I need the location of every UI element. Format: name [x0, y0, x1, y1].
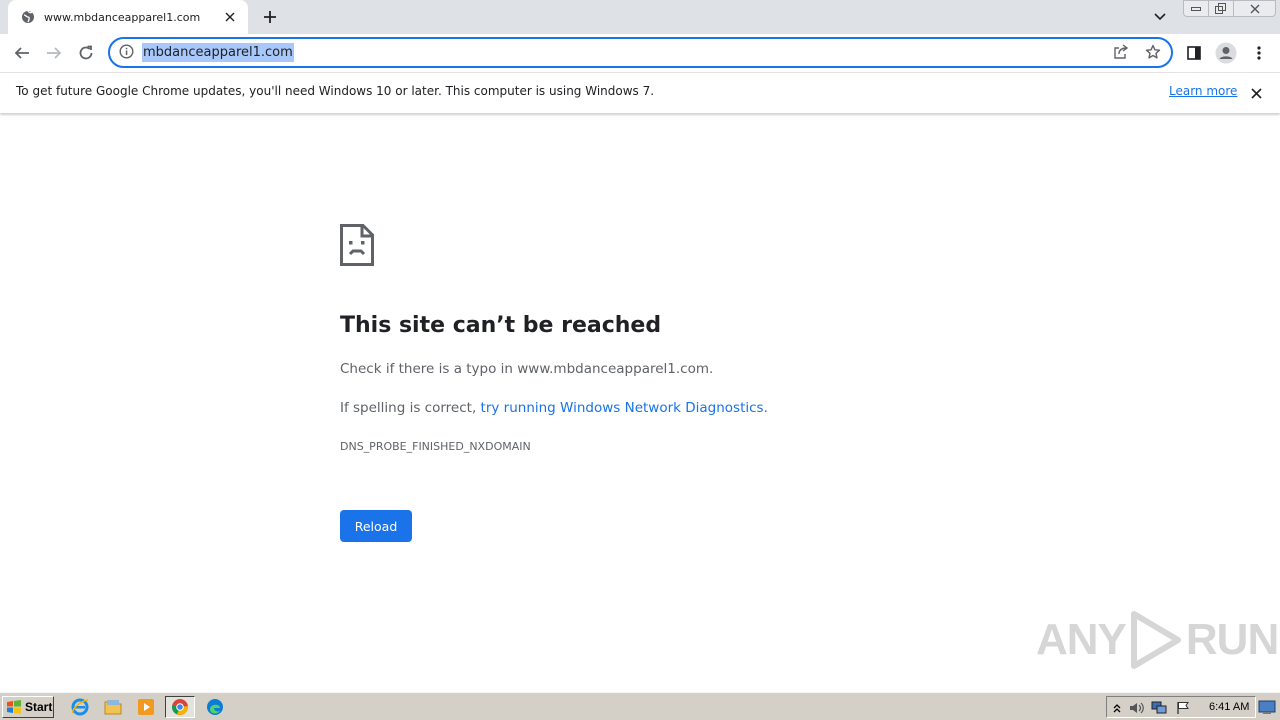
- url-text[interactable]: mbdanceapparel1.com: [142, 43, 294, 62]
- side-panel-icon[interactable]: [1180, 39, 1208, 67]
- error-code: DNS_PROBE_FINISHED_NXDOMAIN: [340, 440, 531, 453]
- diagnostics-prefix: If spelling is correct,: [340, 400, 481, 416]
- chrome-icon[interactable]: [165, 696, 195, 718]
- infobar-message: To get future Google Chrome updates, you…: [16, 84, 655, 98]
- folder-icon[interactable]: [102, 697, 124, 717]
- watermark-left: ANY: [1036, 615, 1127, 664]
- typo-hint: Check if there is a typo in www.mbdancea…: [340, 361, 714, 377]
- taskbar-clock[interactable]: 6:41 AM: [1209, 701, 1249, 713]
- update-infobar: To get future Google Chrome updates, you…: [0, 72, 1280, 113]
- play-triangle-icon: [1130, 611, 1181, 669]
- network-icon[interactable]: [1151, 700, 1167, 716]
- menu-kebab-icon[interactable]: [1245, 39, 1273, 67]
- restore-window-icon[interactable]: [1208, 0, 1234, 17]
- bookmark-star-icon[interactable]: [1145, 44, 1163, 62]
- browser-toolbar: mbdanceapparel1.com: [0, 34, 1280, 72]
- info-icon[interactable]: [119, 44, 136, 61]
- tab-title: www.mbdanceapparel1.com: [44, 10, 201, 24]
- chevron-down-icon[interactable]: [1150, 8, 1170, 26]
- new-tab-icon[interactable]: [258, 6, 282, 28]
- anyrun-watermark: ANY RUN: [1036, 610, 1279, 670]
- action-center-flag-icon[interactable]: [1175, 700, 1191, 716]
- error-title: This site can’t be reached: [340, 313, 662, 338]
- close-window-icon[interactable]: [1233, 0, 1276, 17]
- show-hidden-icons-icon[interactable]: [1109, 700, 1125, 716]
- show-desktop-icon[interactable]: [1258, 699, 1276, 715]
- globe-icon: [20, 9, 36, 25]
- minimize-window-icon[interactable]: [1183, 0, 1209, 17]
- browser-tab[interactable]: www.mbdanceapparel1.com: [8, 0, 248, 34]
- volume-icon[interactable]: [1129, 700, 1145, 716]
- media-player-icon[interactable]: [135, 697, 157, 717]
- start-label: Start: [25, 700, 53, 714]
- back-icon[interactable]: [8, 39, 36, 67]
- tab-strip: www.mbdanceapparel1.com: [0, 0, 1280, 34]
- address-bar[interactable]: mbdanceapparel1.com: [108, 37, 1173, 68]
- diagnostics-hint: If spelling is correct, try running Wind…: [340, 400, 768, 416]
- system-tray: 6:41 AM: [1106, 696, 1256, 718]
- watermark-right: RUN: [1185, 615, 1279, 664]
- windows-flag-icon: [7, 700, 21, 714]
- learn-more-link[interactable]: Learn more: [1169, 84, 1237, 98]
- sad-page-icon: [340, 224, 374, 266]
- share-icon[interactable]: [1113, 44, 1131, 62]
- close-icon[interactable]: [1247, 84, 1265, 102]
- start-button[interactable]: Start: [2, 696, 54, 718]
- forward-icon[interactable]: [40, 39, 68, 67]
- internet-explorer-icon[interactable]: [69, 697, 91, 717]
- network-diagnostics-link[interactable]: try running Windows Network Diagnostics: [481, 400, 764, 416]
- reload-button[interactable]: Reload: [340, 510, 412, 542]
- edge-icon[interactable]: [204, 697, 226, 717]
- tab-close-icon[interactable]: [222, 9, 238, 25]
- diagnostics-suffix: .: [763, 400, 768, 416]
- windows-taskbar: Start 6:41 AM: [0, 692, 1280, 720]
- profile-avatar-icon[interactable]: [1212, 39, 1240, 67]
- reload-icon[interactable]: [72, 39, 100, 67]
